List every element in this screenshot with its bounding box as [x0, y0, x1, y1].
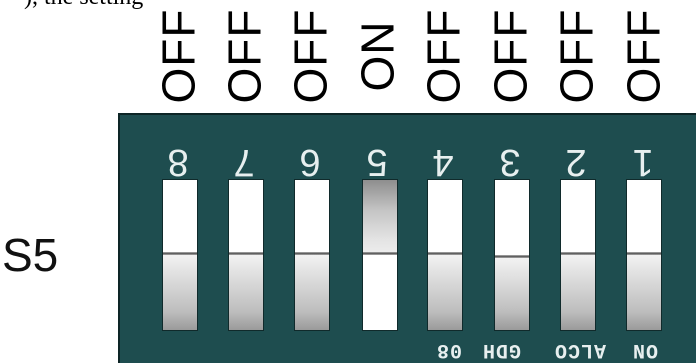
- dip-switch-5[interactable]: [362, 179, 398, 331]
- switch-6-number: 6: [299, 141, 321, 183]
- switch-3-state-label: OFF: [484, 8, 537, 104]
- switch-7-state-label: OFF: [218, 8, 271, 104]
- dip-switch-4[interactable]: [427, 179, 463, 331]
- dip-switch-8[interactable]: [162, 179, 198, 331]
- footer-label-gdh: GDH: [482, 338, 522, 361]
- switch-7-number: 7: [233, 141, 255, 183]
- switch-4-state-label: OFF: [417, 8, 470, 104]
- switch-3-number: 3: [499, 141, 521, 183]
- dip-switch-6[interactable]: [294, 179, 330, 331]
- switch-1-number: 1: [632, 141, 654, 183]
- dip-switch-2[interactable]: [560, 179, 596, 331]
- switch-8-number: 8: [167, 141, 189, 183]
- dip-switch-3[interactable]: [494, 179, 530, 331]
- dip-switch-1[interactable]: [626, 179, 662, 331]
- partial-caption-text: ), the setting: [24, 0, 143, 9]
- footer-label-alco: ALCO: [554, 338, 607, 361]
- dip-switch-7[interactable]: [228, 179, 264, 331]
- dip-switch-board: [118, 113, 696, 363]
- footer-label-on: ON: [632, 338, 659, 361]
- switch-2-number: 2: [565, 141, 587, 183]
- switch-2-state-label: OFF: [550, 8, 603, 104]
- switch-4-number: 4: [432, 141, 454, 183]
- switch-8-state-label: OFF: [152, 8, 205, 104]
- switch-bank-label: S5: [2, 229, 59, 281]
- switch-5-state-label: ON: [351, 20, 403, 92]
- switch-1-state-label: OFF: [617, 8, 670, 104]
- switch-6-state-label: OFF: [284, 8, 337, 104]
- footer-label-08: 08: [436, 338, 463, 361]
- switch-5-number: 5: [366, 141, 388, 183]
